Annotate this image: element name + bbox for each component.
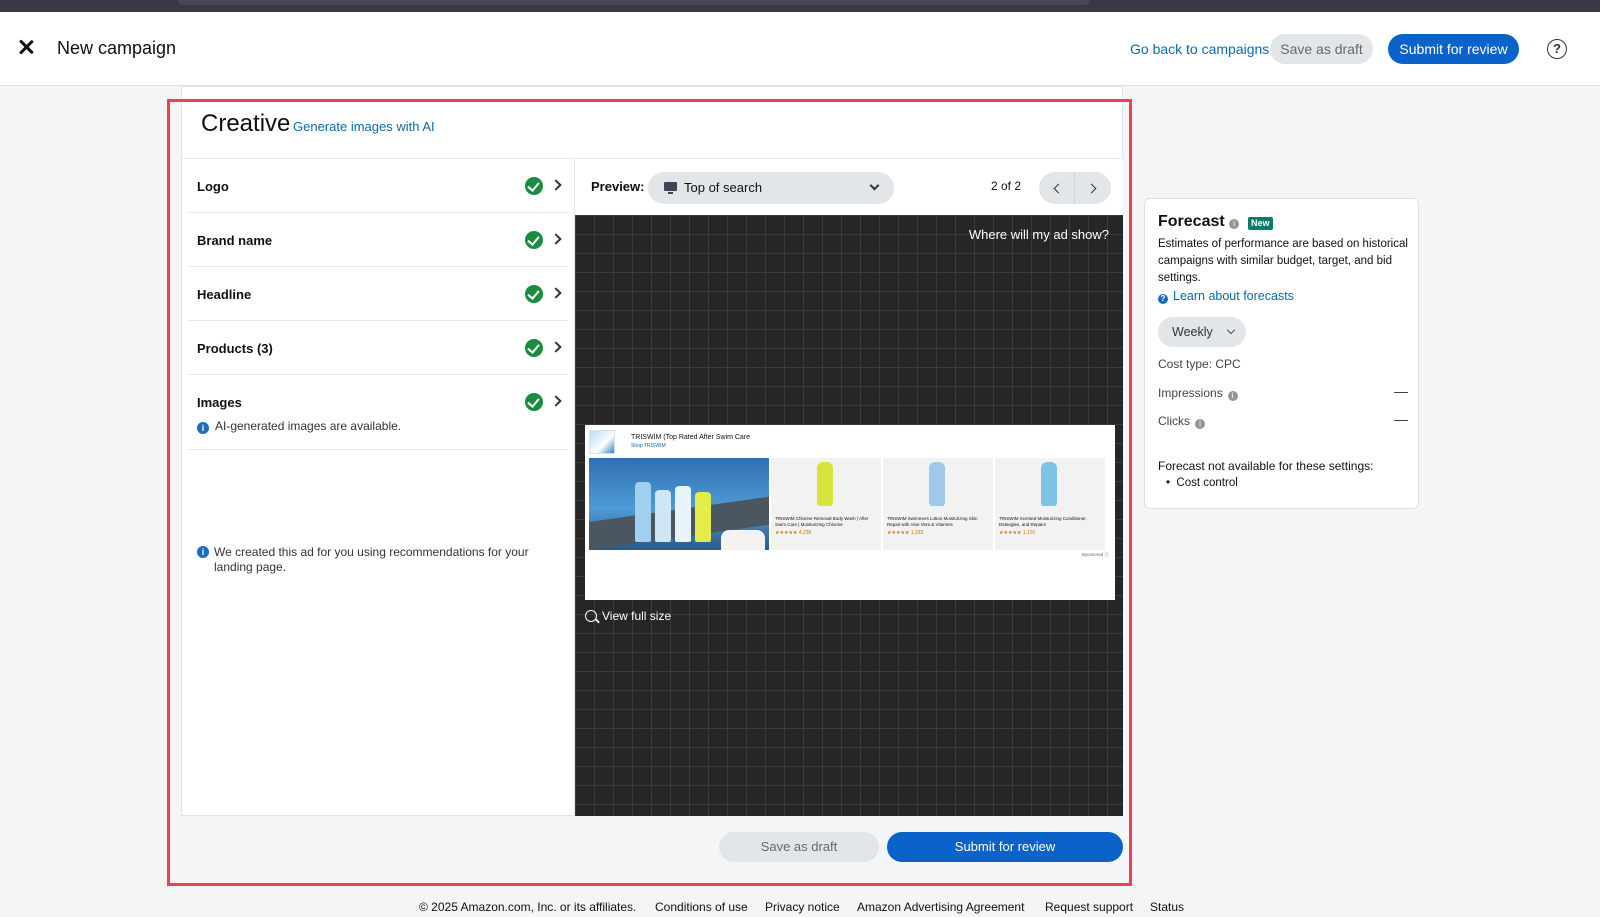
impressions-value: — [1394, 383, 1408, 399]
help-circle-icon: ? [1158, 294, 1168, 304]
top-bar: New campaign Go back to campaigns Save a… [0, 12, 1600, 86]
clicks-label: Clicks [1158, 414, 1190, 428]
help-icon[interactable]: ? [1547, 39, 1567, 59]
page-title: New campaign [57, 38, 177, 58]
info-icon[interactable]: i [1227, 391, 1238, 401]
forecast-period-value: Weekly [1172, 325, 1213, 339]
info-icon[interactable]: i [1229, 219, 1239, 229]
close-icon[interactable] [17, 38, 35, 56]
forecast-title: Forecast [1158, 213, 1225, 230]
learn-about-forecasts-link[interactable]: ? Learn about forecasts [1158, 289, 1294, 304]
forecast-not-available-text: Forecast not available for these setting… [1158, 459, 1374, 473]
info-icon[interactable]: i [1195, 419, 1205, 429]
footer: © 2025 Amazon.com, Inc. or its affiliate… [0, 900, 1600, 917]
chevron-down-icon [1226, 325, 1236, 335]
forecast-description: Estimates of performance are based on hi… [1158, 238, 1408, 284]
footer-link-conditions[interactable]: Conditions of use [655, 900, 748, 914]
forecast-reason-item: • Cost control [1166, 477, 1238, 489]
impressions-label: Impressions [1158, 386, 1223, 400]
forecast-period-select[interactable]: Weekly [1158, 317, 1246, 347]
footer-copyright: © 2025 Amazon.com, Inc. or its affiliate… [419, 900, 637, 914]
footer-link-advertising-agreement[interactable]: Amazon Advertising Agreement [857, 900, 1024, 914]
clicks-value: — [1394, 411, 1408, 427]
forecast-panel: Forecast i New Estimates of performance … [1144, 198, 1419, 509]
forecast-reason-text: Cost control [1176, 477, 1238, 489]
submit-for-review-button-top[interactable]: Submit for review [1388, 34, 1519, 64]
footer-link-request-support[interactable]: Request support [1045, 900, 1133, 914]
clicks-metric: Clicks i [1158, 414, 1205, 429]
footer-link-privacy[interactable]: Privacy notice [765, 900, 840, 914]
impressions-metric: Impressions i [1158, 386, 1238, 401]
learn-about-forecasts-label: Learn about forecasts [1173, 289, 1294, 303]
save-as-draft-button-top[interactable]: Save as draft [1270, 34, 1373, 64]
go-back-to-campaigns-link[interactable]: Go back to campaigns [1130, 41, 1269, 57]
browser-address-bar-edge [178, 0, 1090, 5]
browser-chrome-strip [0, 0, 1600, 12]
new-badge: New [1248, 217, 1273, 230]
highlight-frame [167, 99, 1132, 886]
cost-type: Cost type: CPC [1158, 357, 1241, 371]
footer-link-status[interactable]: Status [1150, 900, 1184, 914]
